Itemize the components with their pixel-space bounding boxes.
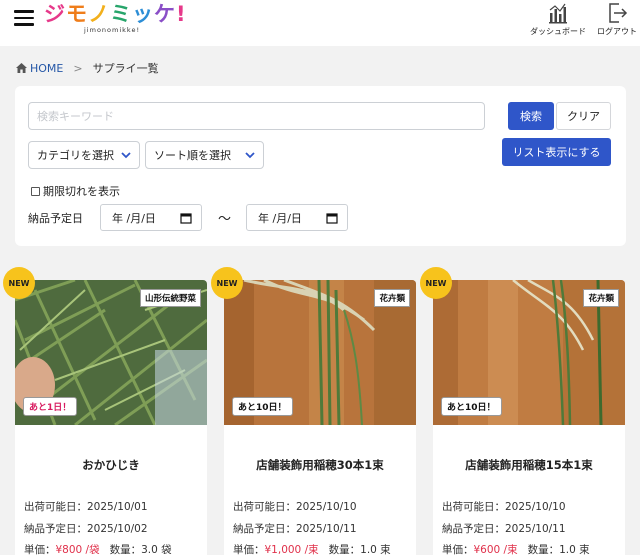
date-from-input[interactable]: 年 /月/日 xyxy=(100,204,202,231)
new-badge: NEW xyxy=(420,267,452,299)
product-image: 山形伝統野菜 あと1日！ xyxy=(15,280,207,425)
supply-card[interactable]: 花卉類 あと10日！ 店舗装飾用稲穂30本1束 出荷可能日：2025/10/10… xyxy=(224,280,416,555)
logout-label: ログアウト xyxy=(597,27,637,36)
delivery-date: 納品予定日：2025/10/11 xyxy=(233,523,357,535)
days-left-badge: あと10日！ xyxy=(232,397,293,416)
supply-card[interactable]: 山形伝統野菜 あと1日！ おかひじき 出荷可能日：2025/10/01 納品予定… xyxy=(15,280,207,555)
list-view-button[interactable]: リスト表示にする xyxy=(502,138,611,166)
new-badge: NEW xyxy=(211,267,243,299)
unit-price: ¥800 /袋 xyxy=(55,544,100,555)
delivery-date: 納品予定日：2025/10/02 xyxy=(24,523,148,535)
date-from-value: 年 /月/日 xyxy=(112,211,156,225)
logout-button[interactable]: ログアウト xyxy=(597,2,637,37)
breadcrumb-home[interactable]: HOME xyxy=(16,62,63,75)
supply-card[interactable]: 花卉類 あと10日！ 店舗装飾用稲穂15本1束 出荷可能日：2025/10/10… xyxy=(433,280,625,555)
product-title: 店舗装飾用稲穂15本1束 xyxy=(465,458,593,472)
price-line: 単価：¥600 /束 数量：1.0 束 xyxy=(442,542,590,555)
logo[interactable]: ジモノミッケ! jimonomikke! xyxy=(44,2,186,36)
dashboard-icon xyxy=(549,3,567,24)
breadcrumb-separator: > xyxy=(73,61,83,75)
logo-subtitle: jimonomikke! xyxy=(84,26,141,34)
calendar-icon xyxy=(180,213,192,224)
new-badge: NEW xyxy=(3,267,35,299)
calendar-icon xyxy=(326,213,338,224)
price-line: 単価：¥800 /袋 数量：3.0 袋 xyxy=(24,542,172,555)
unit-price-label: 単価： xyxy=(24,544,56,555)
sort-select[interactable]: ソート順を選択 xyxy=(145,141,264,169)
category-select-value: カテゴリを選択 xyxy=(37,149,114,162)
quantity: 数量：1.0 束 xyxy=(328,544,391,555)
home-icon xyxy=(16,63,27,73)
sort-select-value: ソート順を選択 xyxy=(154,149,231,162)
date-to-value: 年 /月/日 xyxy=(258,211,302,225)
breadcrumb: HOME > サプライ一覧 xyxy=(16,60,159,76)
logout-icon xyxy=(609,3,628,23)
product-title: 店舗装飾用稲穂30本1束 xyxy=(256,458,384,472)
date-to-input[interactable]: 年 /月/日 xyxy=(246,204,348,231)
keyword-input[interactable] xyxy=(28,102,485,130)
app-header: ジモノミッケ! jimonomikke! ダッシュボード ログアウト xyxy=(0,0,640,46)
chevron-down-icon xyxy=(121,152,131,159)
breadcrumb-current: サプライ一覧 xyxy=(92,62,159,75)
unit-price-label: 単価： xyxy=(233,544,265,555)
days-left-badge: あと1日！ xyxy=(23,397,78,416)
price-line: 単価：¥1,000 /束 数量：1.0 束 xyxy=(233,542,391,555)
unit-price: ¥1,000 /束 xyxy=(264,544,319,555)
product-title: おかひじき xyxy=(82,458,140,472)
unit-price-label: 単価： xyxy=(442,544,474,555)
show-expired-checkbox[interactable]: 期限切れを表示 xyxy=(31,183,120,199)
category-select[interactable]: カテゴリを選択 xyxy=(28,141,140,169)
ship-date: 出荷可能日：2025/10/10 xyxy=(442,501,566,513)
menu-icon[interactable] xyxy=(14,10,34,26)
search-panel: 検索 クリア カテゴリを選択 ソート順を選択 リスト表示にする 期限切れを表示 … xyxy=(15,86,626,246)
ship-date: 出荷可能日：2025/10/10 xyxy=(233,501,357,513)
search-button[interactable]: 検索 xyxy=(508,102,554,130)
dashboard-button[interactable]: ダッシュボード xyxy=(530,2,586,37)
dashboard-label: ダッシュボード xyxy=(530,27,586,36)
product-image: 花卉類 あと10日！ xyxy=(224,280,416,425)
unit-price: ¥600 /束 xyxy=(473,544,518,555)
category-tag: 花卉類 xyxy=(583,289,619,307)
delivery-date-label: 納品予定日 xyxy=(28,212,83,225)
show-expired-label: 期限切れを表示 xyxy=(43,185,120,198)
ship-date: 出荷可能日：2025/10/01 xyxy=(24,501,148,513)
days-left-badge: あと10日！ xyxy=(441,397,502,416)
checkbox-icon xyxy=(31,186,40,196)
breadcrumb-home-label: HOME xyxy=(30,61,64,75)
category-tag: 山形伝統野菜 xyxy=(139,289,201,307)
quantity: 数量：1.0 束 xyxy=(527,544,590,555)
date-range-separator: 〜 xyxy=(218,212,232,227)
category-tag: 花卉類 xyxy=(374,289,410,307)
delivery-date: 納品予定日：2025/10/11 xyxy=(442,523,566,535)
quantity: 数量：3.0 袋 xyxy=(109,544,172,555)
clear-button[interactable]: クリア xyxy=(556,102,611,130)
product-image: 花卉類 あと10日！ xyxy=(433,280,625,425)
chevron-down-icon xyxy=(245,152,255,159)
